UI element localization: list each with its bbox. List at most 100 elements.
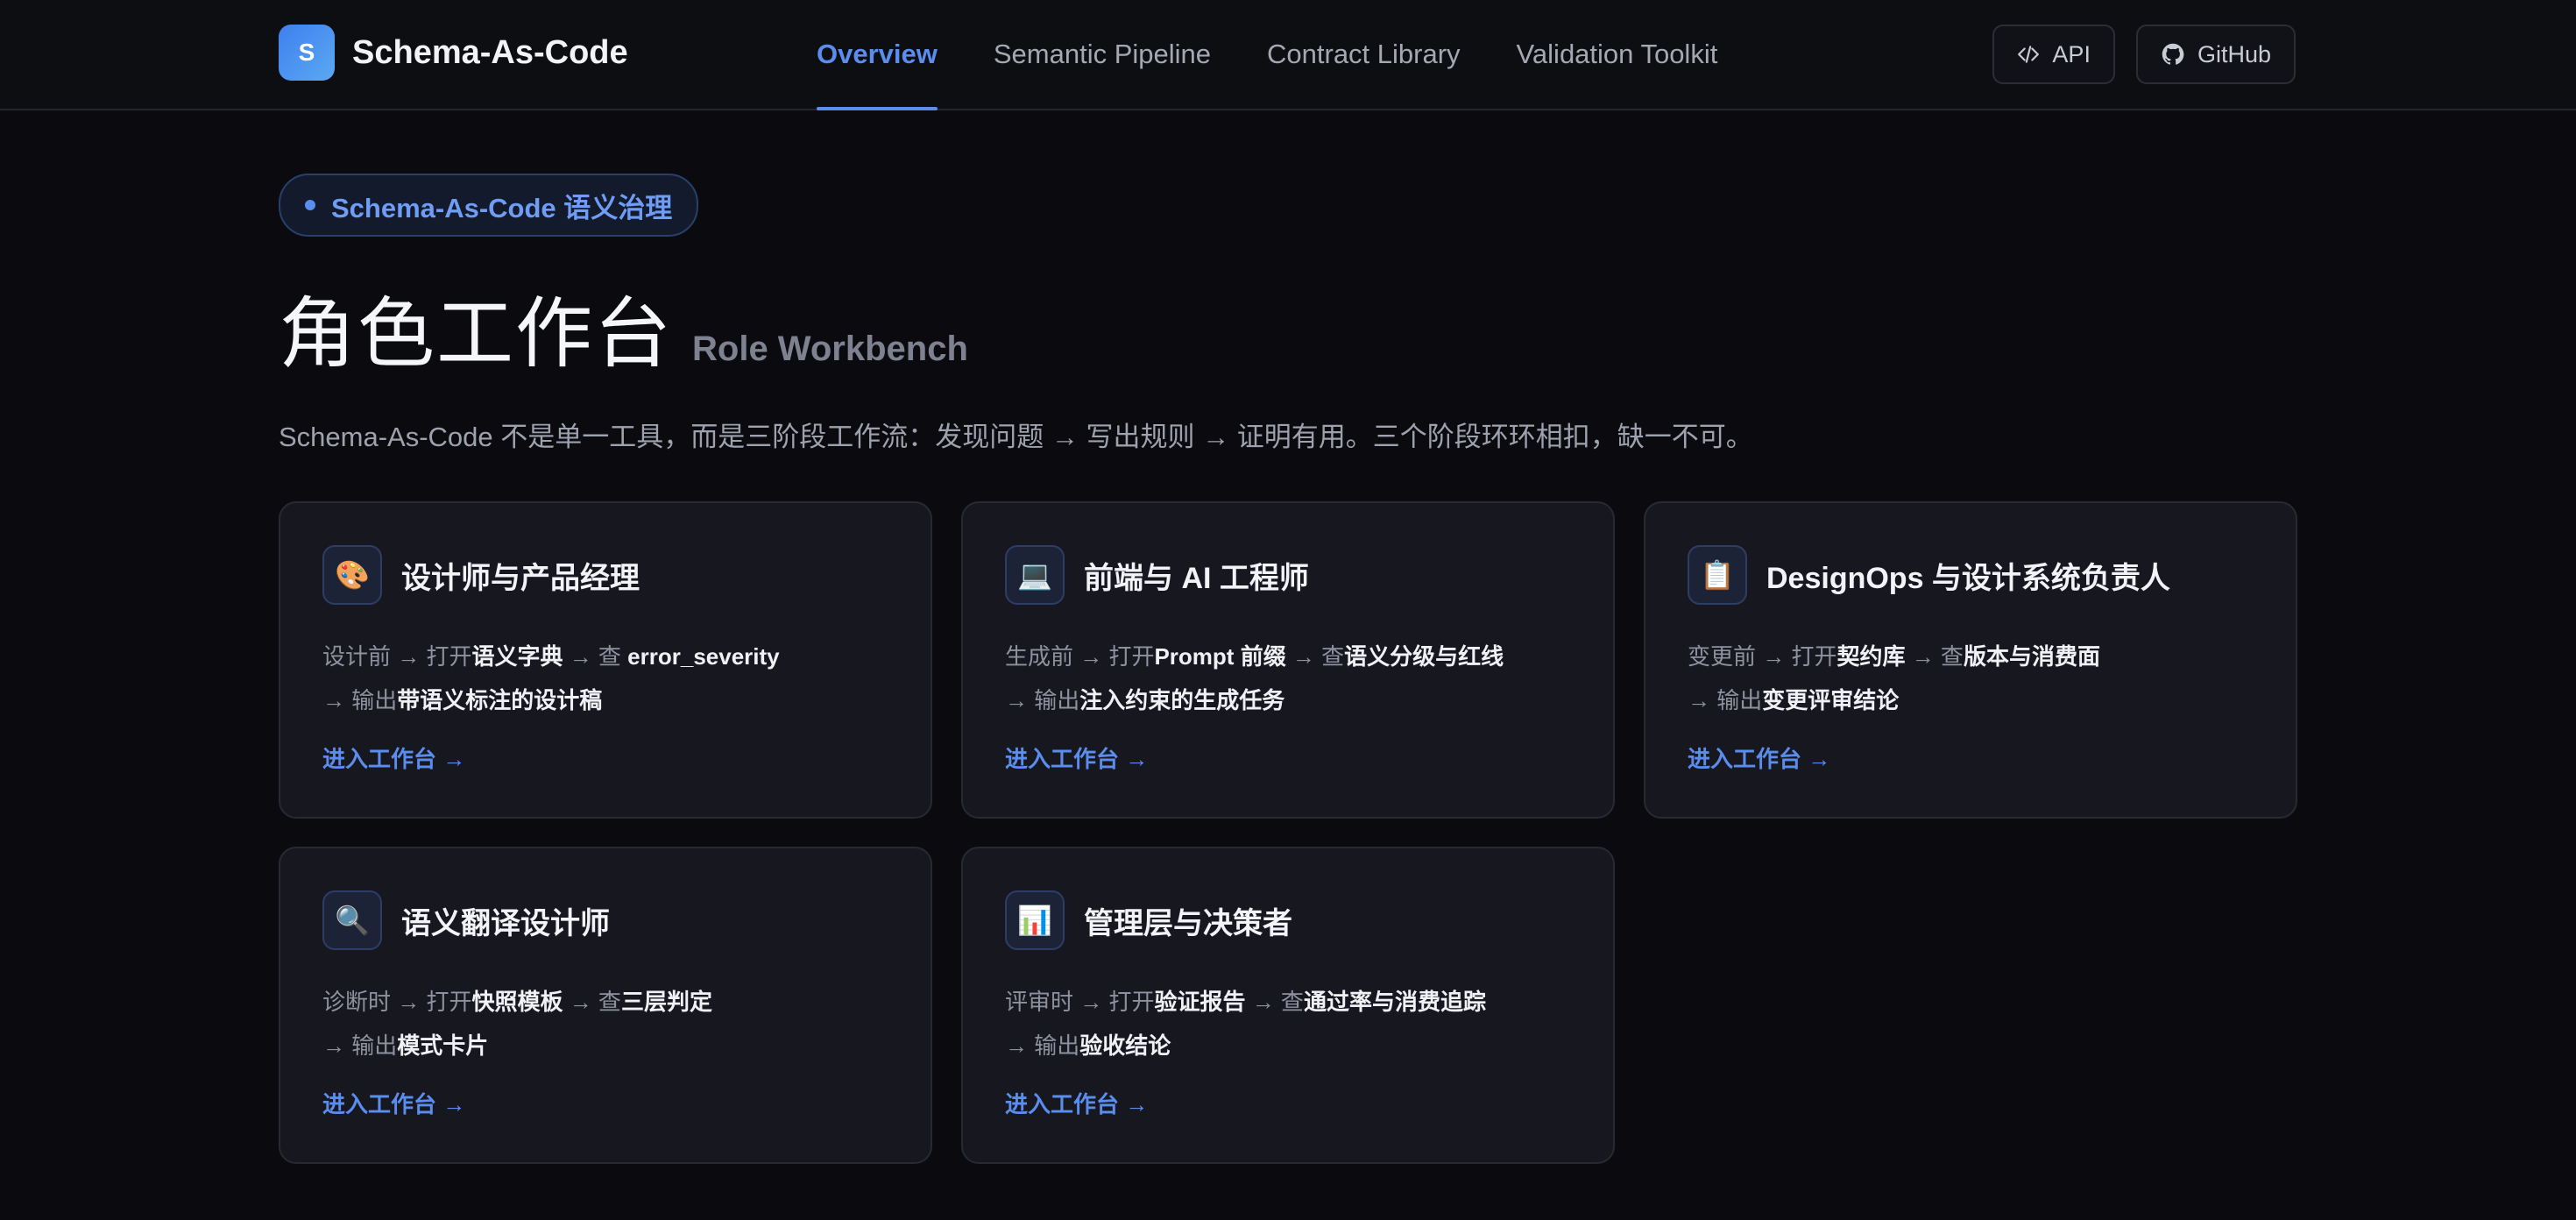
- workflow-line-1: 生成前 → 打开Prompt 前缀 → 查语义分级与红线: [1005, 635, 1571, 678]
- enter-workbench-link[interactable]: 进入工作台 →: [1005, 1087, 1148, 1119]
- card-title: 前端与 AI 工程师: [1084, 561, 1309, 595]
- workflow-check: error_severity: [627, 643, 780, 670]
- nav-contract-library[interactable]: Contract Library: [1267, 0, 1461, 109]
- title-row: 角色工作台 Role Workbench: [279, 272, 2297, 383]
- workflow-output-prefix: → 输出: [1005, 1032, 1080, 1059]
- workflow-line-2: → 输出模式卡片: [322, 1024, 888, 1068]
- role-card[interactable]: 📋 DesignOps 与设计系统负责人 变更前 → 打开契约库 → 查版本与消…: [1644, 501, 2297, 819]
- workflow-line-1: 变更前 → 打开契约库 → 查版本与消费面: [1688, 635, 2254, 678]
- card-title: DesignOps 与设计系统负责人: [1766, 561, 2170, 595]
- workflow-check: 版本与消费面: [1963, 643, 2100, 670]
- workflow-open: 快照模板: [471, 989, 563, 1015]
- workflow-check-prefix: → 查: [563, 989, 621, 1015]
- logo-icon: S: [279, 25, 335, 81]
- card-header: 📊 管理层与决策者: [1005, 890, 1571, 950]
- palette-icon: 🎨: [322, 545, 382, 605]
- workflow-output: 注入约束的生成任务: [1079, 687, 1285, 713]
- brand[interactable]: S Schema-As-Code: [279, 25, 628, 81]
- card-header: 🔍 语义翻译设计师: [322, 890, 888, 950]
- brand-name: Schema-As-Code: [352, 33, 628, 71]
- workflow-open: Prompt 前缀: [1154, 643, 1286, 670]
- bar-chart-icon: 📊: [1005, 890, 1065, 950]
- card-workflow: 设计前 → 打开语义字典 → 查 error_severity → 输出带语义标…: [322, 635, 888, 722]
- workflow-check: 通过率与消费追踪: [1303, 989, 1486, 1015]
- enter-workbench-link[interactable]: 进入工作台 →: [322, 741, 465, 774]
- page-title: 角色工作台: [279, 290, 674, 377]
- workflow-output: 模式卡片: [397, 1032, 489, 1059]
- workflow-check: 三层判定: [620, 989, 712, 1015]
- code-icon: [2018, 46, 2040, 63]
- section-badge: Schema-As-Code 语义治理: [279, 174, 699, 237]
- enter-workbench-link[interactable]: 进入工作台 →: [1688, 741, 1830, 774]
- workflow-line-2: → 输出验收结论: [1005, 1024, 1571, 1068]
- card-header: 💻 前端与 AI 工程师: [1005, 545, 1571, 605]
- workflow-when: 生成前: [1005, 643, 1074, 670]
- card-header: 📋 DesignOps 与设计系统负责人: [1688, 545, 2254, 605]
- card-workflow: 诊断时 → 打开快照模板 → 查三层判定 → 输出模式卡片: [322, 980, 888, 1068]
- workflow-open-prefix: → 打开: [1073, 643, 1155, 670]
- page-description: Schema-As-Code 不是单一工具，而是三阶段工作流：发现问题 → 写出…: [279, 422, 1753, 452]
- card-header: 🎨 设计师与产品经理: [322, 545, 888, 605]
- workflow-when: 诊断时: [322, 989, 392, 1015]
- workflow-line-1: 诊断时 → 打开快照模板 → 查三层判定: [322, 980, 888, 1024]
- workflow-output-prefix: → 输出: [1005, 687, 1080, 713]
- main-nav: Overview Semantic Pipeline Contract Libr…: [817, 0, 1773, 110]
- workflow-when: 评审时: [1005, 989, 1074, 1015]
- card-workflow: 生成前 → 打开Prompt 前缀 → 查语义分级与红线 → 输出注入约束的生成…: [1005, 635, 1571, 722]
- github-button-label: GitHub: [2197, 40, 2271, 67]
- laptop-icon: 💻: [1005, 545, 1065, 605]
- workflow-line-2: → 输出变更评审结论: [1688, 678, 2254, 722]
- workflow-output: 带语义标注的设计稿: [397, 687, 603, 713]
- enter-workbench-link[interactable]: 进入工作台 →: [322, 1087, 465, 1119]
- workflow-open: 契约库: [1836, 643, 1906, 670]
- card-workflow: 评审时 → 打开验证报告 → 查通过率与消费追踪 → 输出验收结论: [1005, 980, 1571, 1068]
- workflow-open-prefix: → 打开: [391, 989, 472, 1015]
- role-card-grid: 🎨 设计师与产品经理 设计前 → 打开语义字典 → 查 error_severi…: [279, 501, 2297, 1164]
- workflow-open: 验证报告: [1154, 989, 1246, 1015]
- workflow-check-prefix: → 查: [1285, 643, 1345, 670]
- workflow-open: 语义字典: [471, 643, 563, 670]
- github-icon: [2162, 43, 2184, 65]
- page-subtitle: Role Workbench: [692, 330, 968, 368]
- workflow-output-prefix: → 输出: [1688, 687, 1763, 713]
- card-workflow: 变更前 → 打开契约库 → 查版本与消费面 → 输出变更评审结论: [1688, 635, 2254, 722]
- api-button[interactable]: API: [1992, 25, 2115, 84]
- workflow-open-prefix: → 打开: [1073, 989, 1155, 1015]
- github-button[interactable]: GitHub: [2135, 25, 2296, 84]
- nav-semantic-pipeline[interactable]: Semantic Pipeline: [994, 0, 1211, 109]
- card-title: 设计师与产品经理: [401, 561, 640, 595]
- role-card[interactable]: 🔍 语义翻译设计师 诊断时 → 打开快照模板 → 查三层判定 → 输出模式卡片 …: [279, 847, 932, 1164]
- workflow-open-prefix: → 打开: [1756, 643, 1837, 670]
- workflow-open-prefix: → 打开: [391, 643, 472, 670]
- workflow-when: 设计前: [322, 643, 392, 670]
- workflow-check: 语义分级与红线: [1344, 643, 1504, 670]
- nav-validation-toolkit[interactable]: Validation Toolkit: [1517, 0, 1718, 109]
- workflow-line-2: → 输出带语义标注的设计稿: [322, 678, 888, 722]
- role-card[interactable]: 🎨 设计师与产品经理 设计前 → 打开语义字典 → 查 error_severi…: [279, 501, 932, 819]
- workflow-line-1: 设计前 → 打开语义字典 → 查 error_severity: [322, 635, 888, 678]
- workflow-output-prefix: → 输出: [322, 687, 398, 713]
- workflow-output: 验收结论: [1079, 1032, 1171, 1059]
- workflow-output: 变更评审结论: [1762, 687, 1900, 713]
- workflow-output-prefix: → 输出: [322, 1032, 398, 1059]
- workflow-line-2: → 输出注入约束的生成任务: [1005, 678, 1571, 722]
- workflow-check-prefix: → 查: [1905, 643, 1964, 670]
- workflow-when: 变更前: [1688, 643, 1757, 670]
- clipboard-icon: 📋: [1688, 545, 1747, 605]
- header-actions: API GitHub: [1971, 25, 2296, 84]
- badge-dot: [305, 200, 315, 210]
- top-navbar: S Schema-As-Code Overview Semantic Pipel…: [0, 0, 2576, 110]
- workflow-line-1: 评审时 → 打开验证报告 → 查通过率与消费追踪: [1005, 980, 1571, 1024]
- api-button-label: API: [2052, 40, 2091, 67]
- enter-workbench-link[interactable]: 进入工作台 →: [1005, 741, 1148, 774]
- role-card[interactable]: 📊 管理层与决策者 评审时 → 打开验证报告 → 查通过率与消费追踪 → 输出验…: [961, 847, 1615, 1164]
- nav-overview[interactable]: Overview: [817, 0, 938, 110]
- role-card[interactable]: 💻 前端与 AI 工程师 生成前 → 打开Prompt 前缀 → 查语义分级与红…: [961, 501, 1615, 819]
- workflow-check-prefix: → 查: [1245, 989, 1304, 1015]
- workflow-check-prefix: → 查: [563, 643, 628, 670]
- card-title: 语义翻译设计师: [401, 906, 610, 940]
- magnifier-icon: 🔍: [322, 890, 382, 950]
- main-content: Schema-As-Code 语义治理 角色工作台 Role Workbench…: [279, 174, 2297, 1164]
- card-title: 管理层与决策者: [1084, 906, 1292, 940]
- badge-label: Schema-As-Code 语义治理: [331, 192, 673, 223]
